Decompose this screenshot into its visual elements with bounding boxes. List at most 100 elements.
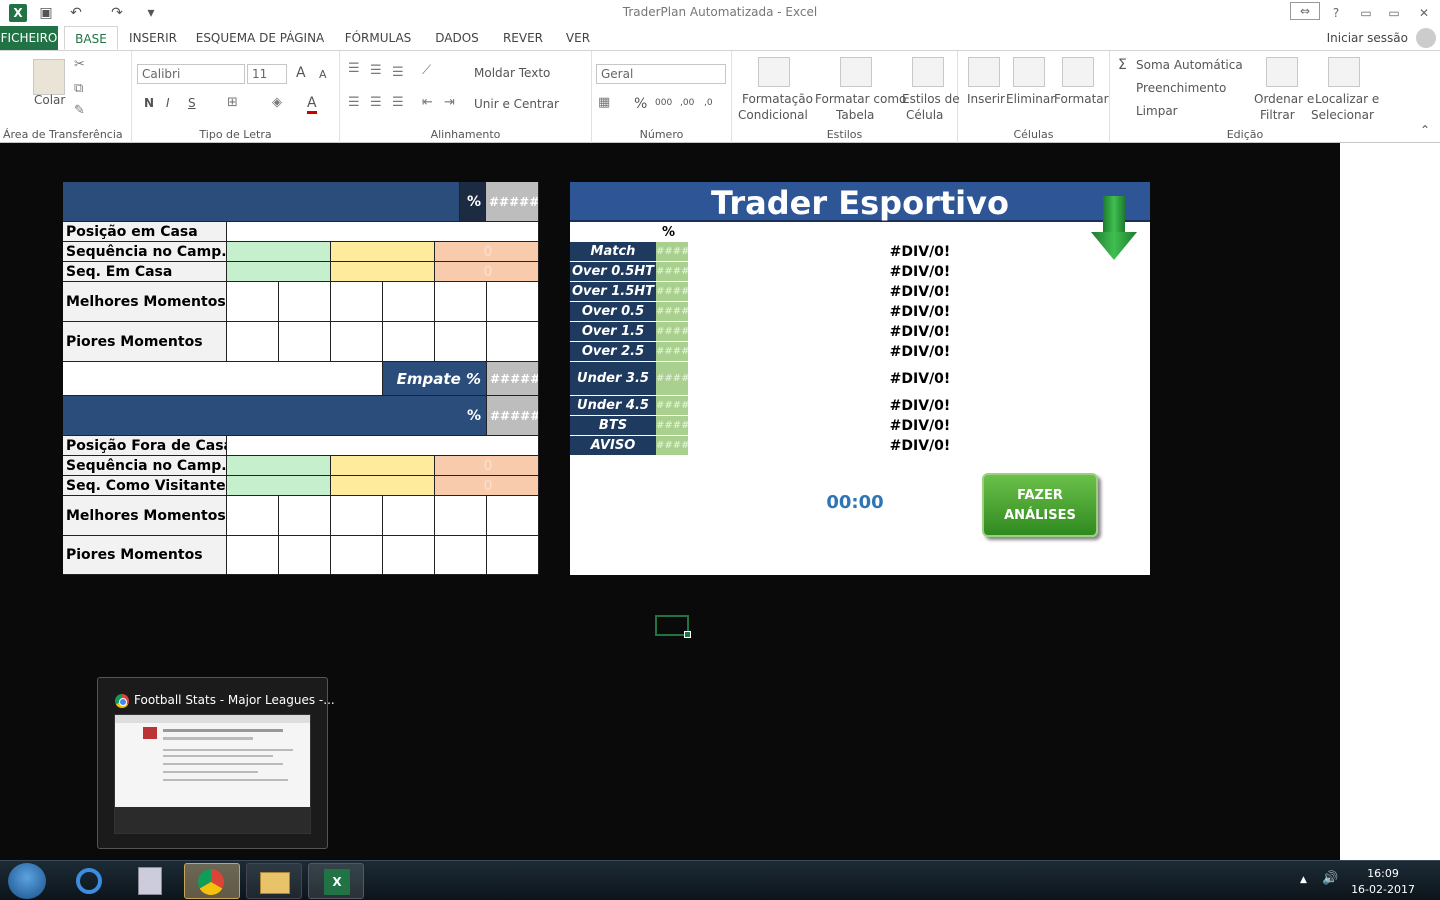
market-result-value[interactable]: #DIV/0! <box>850 416 990 436</box>
increase-decimal-button[interactable]: ,00 <box>680 98 694 108</box>
market-pct-value[interactable]: #### <box>656 242 690 262</box>
orientation-icon[interactable]: ⟋ <box>422 63 431 78</box>
sort-filter-label[interactable]: Ordenar e <box>1254 92 1314 106</box>
market-pct-value[interactable]: #### <box>656 396 690 416</box>
volume-icon[interactable]: 🔊 <box>1322 871 1338 886</box>
away-seq-camp-loss[interactable]: 0 <box>435 456 539 476</box>
find-select-label[interactable]: Localizar e <box>1315 92 1379 106</box>
draw-spacer-cell[interactable] <box>63 362 383 396</box>
close-icon[interactable]: ✕ <box>1408 2 1440 24</box>
market-result-value[interactable]: #DIV/0! <box>850 302 990 322</box>
conditional-formatting-icon[interactable] <box>758 57 790 87</box>
sort-filter-icon[interactable] <box>1266 57 1298 87</box>
italic-button[interactable]: I <box>166 96 170 110</box>
away-pct-value[interactable]: ##### <box>487 396 539 436</box>
system-clock[interactable]: 16:09 16-02-2017 <box>1351 866 1415 898</box>
border-icon[interactable]: ⊞ <box>227 95 238 110</box>
cut-icon[interactable]: ✂ <box>74 57 85 72</box>
align-top-icon[interactable]: ☰ <box>348 61 360 76</box>
home-seq-camp-draw[interactable] <box>331 242 435 262</box>
format-as-table-label[interactable]: Formatar como <box>815 92 906 106</box>
help-icon[interactable]: ? <box>1320 2 1352 24</box>
font-size-combobox[interactable]: 11 <box>247 64 287 84</box>
copy-icon[interactable]: ⧉ <box>74 81 83 96</box>
market-pct-value[interactable]: #### <box>656 302 690 322</box>
market-pct-value[interactable]: #### <box>656 362 690 396</box>
home-worst-moment-cell[interactable] <box>487 322 539 362</box>
maximize-icon[interactable]: ▭ <box>1378 2 1410 24</box>
market-result-value[interactable]: #DIV/0! <box>850 362 990 396</box>
format-painter-icon[interactable]: ✎ <box>74 103 85 118</box>
insert-cells-icon[interactable] <box>968 57 1000 87</box>
away-worst-moment-cell[interactable] <box>487 536 539 575</box>
restore-icon[interactable]: ⇔ <box>1290 2 1320 20</box>
away-worst-moment-cell[interactable] <box>435 536 487 575</box>
away-seq-vis-loss[interactable]: 0 <box>435 476 539 496</box>
chrome-taskbar-icon[interactable] <box>184 863 240 899</box>
align-center-icon[interactable]: ☰ <box>370 95 382 110</box>
find-select-label-2[interactable]: Selecionar <box>1311 108 1374 122</box>
align-left-icon[interactable]: ☰ <box>348 95 360 110</box>
paste-button[interactable]: Colar <box>34 93 65 107</box>
clear-button[interactable]: Limpar <box>1136 104 1178 118</box>
start-button-icon[interactable] <box>8 863 46 899</box>
delete-cells-icon[interactable] <box>1013 57 1045 87</box>
home-best-moment-cell[interactable] <box>435 282 487 322</box>
tab-file[interactable]: FICHEIRO <box>0 26 58 50</box>
paste-icon[interactable] <box>33 59 65 95</box>
tray-expand-icon[interactable]: ▲ <box>1300 875 1307 885</box>
format-cells-button[interactable]: Formatar <box>1054 92 1109 106</box>
home-seq-camp-win[interactable] <box>227 242 331 262</box>
home-worst-moment-cell[interactable] <box>227 322 279 362</box>
sort-filter-label-2[interactable]: Filtrar <box>1260 108 1295 122</box>
home-pct-value[interactable]: ##### <box>486 182 539 222</box>
delete-cells-button[interactable]: Eliminar <box>1006 92 1055 106</box>
home-seq-camp-loss[interactable]: 0 <box>435 242 539 262</box>
away-worst-moment-cell[interactable] <box>227 536 279 575</box>
market-result-value[interactable]: #DIV/0! <box>850 436 990 456</box>
align-middle-icon[interactable]: ☰ <box>370 63 382 78</box>
away-best-moment-cell[interactable] <box>487 496 539 536</box>
away-team-header[interactable]: % <box>63 396 487 436</box>
market-pct-value[interactable]: #### <box>656 416 690 436</box>
underline-button[interactable]: S <box>188 96 196 110</box>
away-worst-moment-cell[interactable] <box>279 536 331 575</box>
decrease-indent-icon[interactable]: ⇤ <box>422 95 433 110</box>
away-best-moment-cell[interactable] <box>435 496 487 536</box>
format-cells-icon[interactable] <box>1062 57 1094 87</box>
run-analysis-button[interactable]: FAZER ANÁLISES <box>982 473 1098 537</box>
cell-styles-label-2[interactable]: Célula <box>906 108 943 122</box>
tab-review[interactable]: REVER <box>496 26 550 50</box>
file-explorer-icon[interactable] <box>246 863 302 899</box>
user-avatar[interactable] <box>1416 28 1436 48</box>
market-pct-value[interactable]: #### <box>656 342 690 362</box>
home-best-moment-cell[interactable] <box>227 282 279 322</box>
fill-color-icon[interactable]: ◈ <box>272 95 282 110</box>
font-name-combobox[interactable]: Calibri <box>137 64 245 84</box>
home-worst-moment-cell[interactable] <box>435 322 487 362</box>
away-worst-moment-cell[interactable] <box>331 536 383 575</box>
tab-formulas[interactable]: FÓRMULAS <box>338 26 418 50</box>
market-result-value[interactable]: #DIV/0! <box>850 262 990 282</box>
draw-pct-value[interactable]: ##### <box>487 362 539 396</box>
market-result-value[interactable]: #DIV/0! <box>850 342 990 362</box>
conditional-formatting-label-2[interactable]: Condicional <box>738 108 808 122</box>
thousands-button[interactable]: 000 <box>655 98 672 108</box>
font-color-button[interactable]: A <box>307 95 317 114</box>
home-best-moment-cell[interactable] <box>279 282 331 322</box>
sign-in-link[interactable]: Iniciar sessão <box>1327 26 1408 50</box>
percent-button[interactable]: % <box>634 96 647 112</box>
shrink-font-button[interactable]: A <box>319 68 327 81</box>
home-position-value[interactable] <box>227 222 539 242</box>
home-team-header[interactable] <box>63 182 460 222</box>
home-worst-moment-cell[interactable] <box>331 322 383 362</box>
away-seq-vis-win[interactable] <box>227 476 331 496</box>
market-pct-value[interactable]: #### <box>656 322 690 342</box>
format-as-table-label-2[interactable]: Tabela <box>836 108 874 122</box>
conditional-formatting-label[interactable]: Formatação <box>742 92 813 106</box>
decrease-decimal-button[interactable]: ,0 <box>704 98 713 108</box>
autosum-button[interactable]: Soma Automática <box>1136 58 1243 72</box>
away-seq-camp-draw[interactable] <box>331 456 435 476</box>
active-cell-selection[interactable] <box>655 615 691 638</box>
home-worst-moment-cell[interactable] <box>383 322 435 362</box>
